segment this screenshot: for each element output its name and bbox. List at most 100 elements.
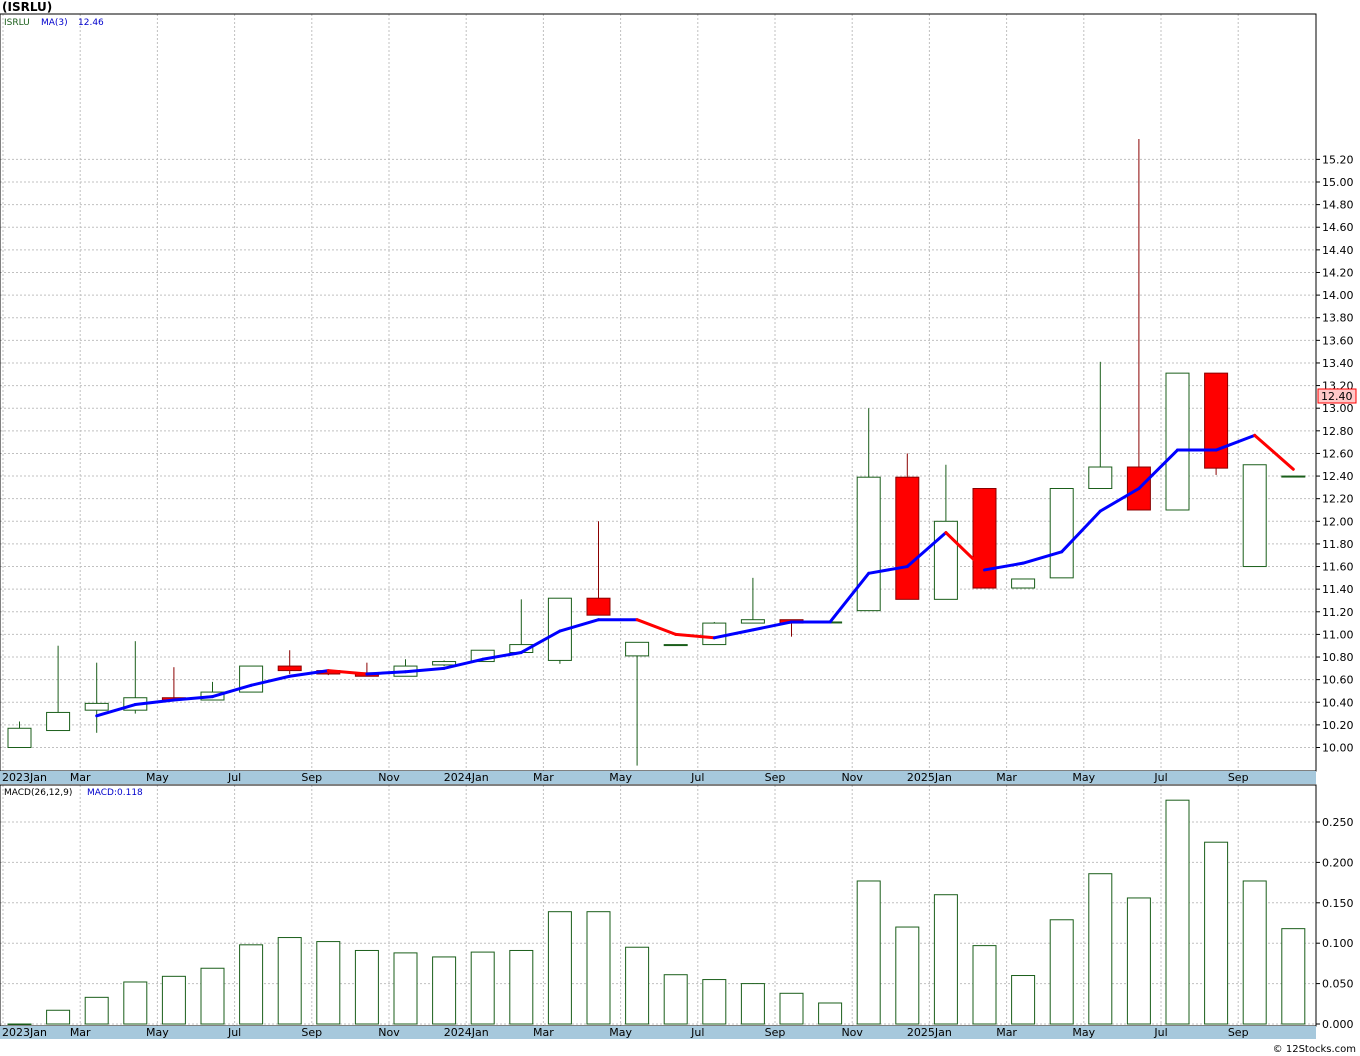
price-tick-label: 11.40: [1322, 583, 1354, 596]
price-tick-label: 11.80: [1322, 538, 1354, 551]
price-date-tick-label: 2023Jan: [2, 771, 47, 784]
macd-bar: [547, 911, 572, 1025]
candle-up: [1281, 475, 1306, 478]
price-date-tick-label: 2024Jan: [444, 771, 489, 784]
macd-bar: [702, 979, 727, 1025]
price-tick-label: 10.80: [1322, 651, 1354, 664]
macd-date-tick-label: Nov: [841, 1026, 863, 1039]
macd-bar: [740, 983, 765, 1025]
candle-body: [625, 641, 650, 657]
price-tick-label: 15.00: [1322, 176, 1354, 189]
macd-bar: [84, 996, 109, 1025]
macd-date-tick-label: May: [609, 1026, 632, 1039]
macd-value: MACD:0.118: [87, 788, 143, 798]
footer-credit: © 12Stocks.com: [1273, 1044, 1356, 1055]
candle-body: [856, 476, 881, 612]
price-tick-label: 12.80: [1322, 425, 1354, 438]
macd-date-tick-label: Sep: [1228, 1026, 1249, 1039]
last-price-label: 12.40: [1321, 390, 1353, 403]
candle-body: [432, 661, 457, 666]
macd-bar: [1049, 919, 1074, 1025]
candle-body: [1204, 372, 1229, 469]
macd-bar: [7, 1023, 32, 1025]
price-tick-label: 12.60: [1322, 447, 1354, 460]
macd-bar: [779, 992, 804, 1025]
macd-bar: [586, 911, 611, 1025]
price-date-tick-label: 2025Jan: [907, 771, 952, 784]
ma-label: MA(3): [41, 18, 68, 28]
price-tick-label: 10.60: [1322, 674, 1354, 687]
price-date-tick-label: Jul: [1153, 771, 1167, 784]
candle-body: [1242, 464, 1267, 568]
price-tick-label: 10.00: [1322, 742, 1354, 755]
price-date-tick-label: Sep: [1228, 771, 1249, 784]
chart-svg: (ISRLU) 10.00 10.20 10.40 10.60 10.80 11.00 11…: [0, 0, 1360, 1056]
price-tick-label: 13.80: [1322, 312, 1354, 325]
price-tick-label: 10.40: [1322, 696, 1354, 709]
candle-up: [663, 644, 688, 647]
macd-date-tick-label: Mar: [996, 1026, 1017, 1039]
macd-bar: [1165, 799, 1190, 1025]
price-tick-label: 13.60: [1322, 334, 1354, 347]
price-date-tick-label: Jul: [227, 771, 241, 784]
macd-date-tick-label: 2024Jan: [444, 1026, 489, 1039]
candle-body: [1165, 372, 1190, 511]
price-tick-label: 10.20: [1322, 719, 1354, 732]
candle-body: [702, 622, 727, 646]
price-date-tick-label: Nov: [841, 771, 863, 784]
price-date-tick-label: May: [146, 771, 169, 784]
candle-body: [895, 476, 920, 600]
price-date-tick-label: Jul: [690, 771, 704, 784]
macd-tick-label: 0.250: [1322, 816, 1354, 829]
macd-bar: [509, 949, 534, 1025]
macd-date-tick-label: Sep: [765, 1026, 786, 1039]
price-tick-label: 14.00: [1322, 289, 1354, 302]
price-date-tick-label: May: [1072, 771, 1095, 784]
macd-bar: [972, 945, 997, 1025]
macd-bar: [818, 1002, 843, 1025]
candle-body: [84, 702, 109, 711]
macd-date-tick-label: Mar: [70, 1026, 91, 1039]
price-date-tick-label: May: [609, 771, 632, 784]
macd-bar: [1011, 975, 1036, 1025]
candle-body: [1088, 466, 1113, 490]
macd-date-tick-label: Jul: [690, 1026, 704, 1039]
candle-up: [702, 621, 727, 646]
candle-body: [277, 665, 302, 672]
price-tick-label: 12.20: [1322, 493, 1354, 506]
price-date-tick-label: Mar: [996, 771, 1017, 784]
candle-body: [1011, 578, 1036, 589]
price-tick-label: 12.00: [1322, 515, 1354, 528]
macd-bar: [393, 952, 418, 1025]
macd-date-tick-label: Sep: [301, 1026, 322, 1039]
price-date-tick-label: Nov: [378, 771, 400, 784]
macd-date-tick-label: Jul: [227, 1026, 241, 1039]
macd-tick-label: 0.100: [1322, 937, 1354, 950]
macd-bar: [1281, 928, 1306, 1025]
candle-down: [972, 488, 997, 589]
price-tick-label: 14.80: [1322, 199, 1354, 212]
price-tick-label: 13.40: [1322, 357, 1354, 370]
macd-date-tick-label: May: [146, 1026, 169, 1039]
macd-tick-label: 0.000: [1322, 1018, 1354, 1031]
macd-bar: [239, 944, 264, 1025]
macd-date-tick-label: 2025Jan: [907, 1026, 952, 1039]
macd-bar: [277, 937, 302, 1025]
macd-date-tick-label: May: [1072, 1026, 1095, 1039]
macd-bar: [432, 956, 457, 1025]
macd-date-tick-label: 2023Jan: [2, 1026, 47, 1039]
candle-down: [1204, 372, 1229, 475]
price-date-axis-bar: [0, 771, 1316, 784]
macd-bar: [1242, 880, 1267, 1025]
candle-body: [972, 488, 997, 589]
candle-up: [1242, 464, 1267, 568]
price-date-tick-label: Mar: [533, 771, 554, 784]
macd-bar: [123, 981, 148, 1025]
macd-tick-label: 0.150: [1322, 897, 1354, 910]
price-tick-label: 15.20: [1322, 153, 1354, 166]
macd-bar: [161, 975, 186, 1025]
price-tick-label: 13.00: [1322, 402, 1354, 415]
macd-bar: [1126, 897, 1151, 1025]
macd-date-tick-label: Jul: [1153, 1026, 1167, 1039]
candle-body: [663, 644, 688, 647]
